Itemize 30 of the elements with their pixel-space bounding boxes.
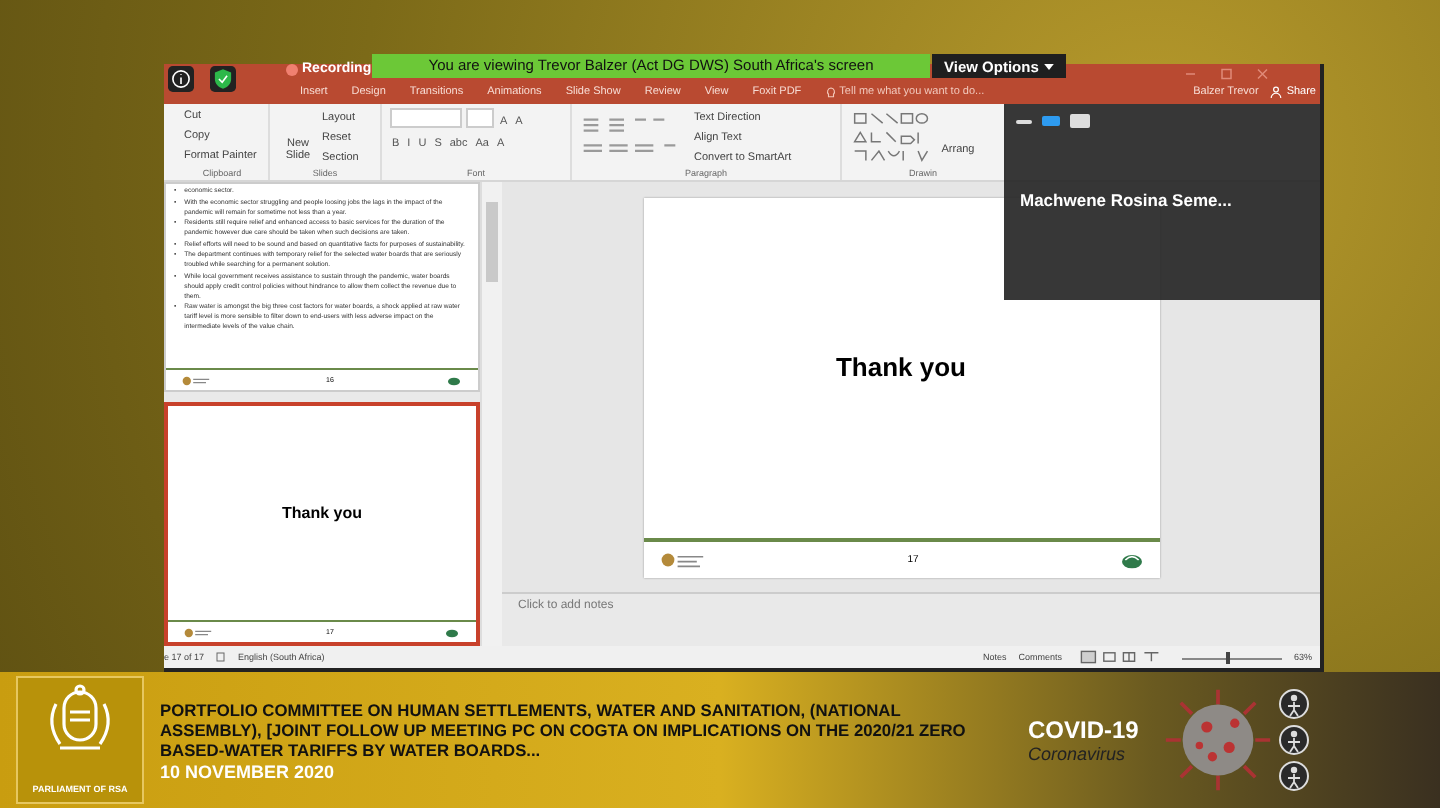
covid-subtitle: Coronavirus xyxy=(1028,744,1128,764)
virus-drawing xyxy=(1162,686,1275,794)
zoom-slider[interactable] xyxy=(1181,651,1282,663)
water-logo-icon xyxy=(444,626,460,638)
shapes-gallery-icon xyxy=(850,110,934,166)
water-logo-icon xyxy=(1119,549,1143,569)
figure-icon xyxy=(1278,688,1311,720)
slide-title: Thank you xyxy=(279,502,364,526)
font-name-field[interactable] xyxy=(390,108,462,128)
caret-icon xyxy=(1044,63,1055,69)
figure-icon xyxy=(1278,760,1311,792)
emblem-icon xyxy=(659,549,707,569)
info-icon[interactable] xyxy=(168,66,194,92)
minimize-button[interactable] xyxy=(1016,119,1032,123)
person-icon xyxy=(1270,86,1283,98)
figure-icon xyxy=(1278,724,1311,756)
spelling-icon xyxy=(216,652,227,662)
emblem-icon xyxy=(182,373,214,387)
font-size-field[interactable] xyxy=(466,108,494,128)
covid-title: COVID-19 xyxy=(1028,716,1139,744)
date: 10 NOVEMBER 2020 xyxy=(160,761,337,781)
emblem-icon xyxy=(184,625,216,639)
shield-icon[interactable] xyxy=(210,66,236,92)
slide-thumbnail[interactable] xyxy=(164,182,480,392)
lightbulb-icon xyxy=(825,85,836,99)
scrollbar[interactable] xyxy=(480,182,502,646)
headline: PORTFOLIO COMMITTEE ON HUMAN SETTLEMENTS, WATER AND SANITATION, (NATIONAL ASSEMBLY), [JOINT FOLLOW UP MEETING PC ON COGTA ON IMPLICATIONS ON THE 2020/21 ZERO BASED-WATER TARIFFS BY WATER BOARDS... xyxy=(160,699,968,759)
participant-name: Machwene Rosina Seme... xyxy=(1018,188,1234,210)
water-logo-icon xyxy=(446,374,462,386)
slide-title: Thank you xyxy=(835,351,966,383)
